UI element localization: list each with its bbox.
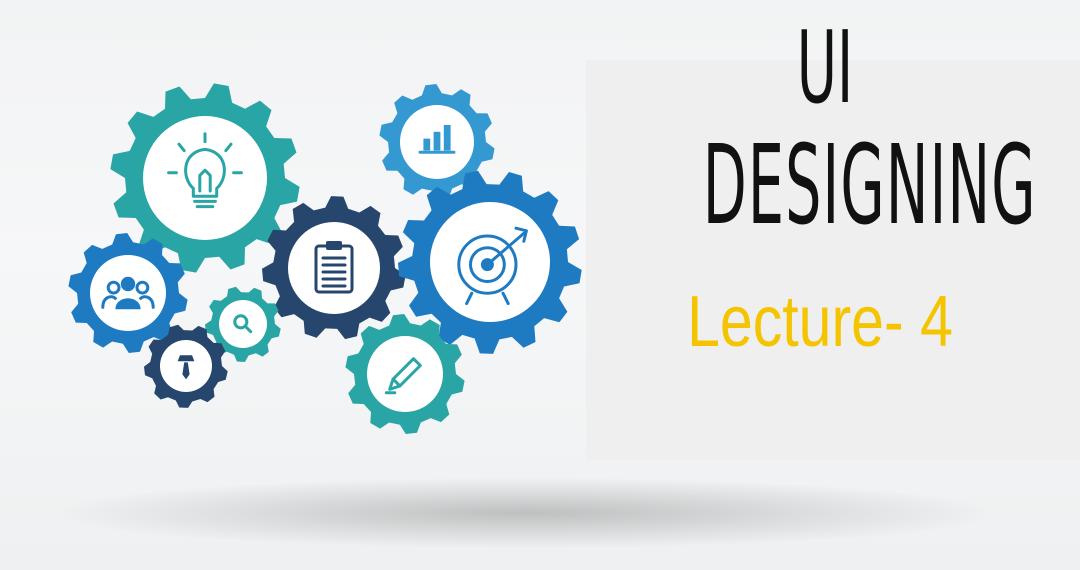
slide: UI DESIGNING Lecture- 4 [0, 0, 1080, 570]
lecture-subtitle: Lecture- 4 [687, 282, 953, 362]
title-designing: DESIGNING [702, 121, 1037, 249]
title-ui: UI [796, 9, 854, 126]
clipboard-gear [262, 196, 406, 340]
